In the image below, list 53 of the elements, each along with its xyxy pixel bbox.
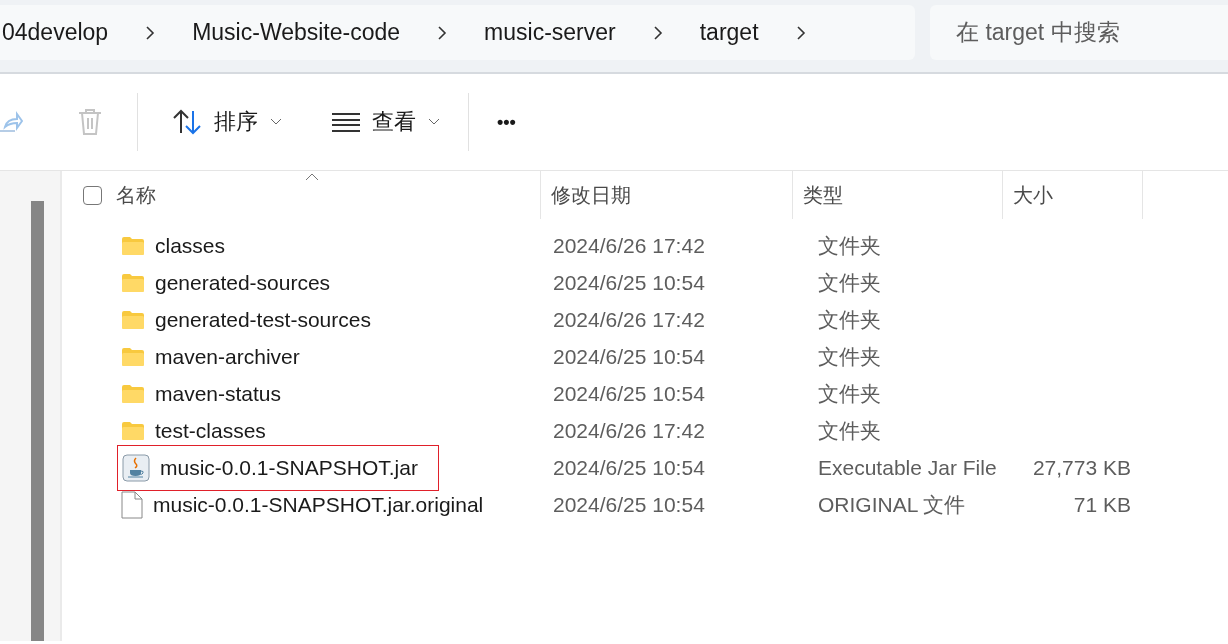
select-all-checkbox[interactable] xyxy=(83,185,102,205)
column-header[interactable]: 名称 xyxy=(116,181,156,209)
date-cell-text: 2024/6/26 17:42 xyxy=(552,418,706,443)
breadcrumb-item[interactable]: music-server xyxy=(484,19,616,46)
chevron-right-icon xyxy=(794,24,807,41)
chevron-down-icon xyxy=(428,118,440,126)
lines-icon xyxy=(332,112,360,132)
sort-arrows-icon xyxy=(172,109,202,135)
folder-icon xyxy=(121,346,145,367)
date-cell-text: 2024/6/25 10:54 xyxy=(552,381,706,406)
column-header[interactable]: 大小 xyxy=(1013,181,1053,209)
search-placeholder: 在 target 中搜索 xyxy=(956,18,1120,47)
sort-button[interactable]: 排序 xyxy=(172,101,282,143)
folder-icon xyxy=(121,272,145,293)
breadcrumb-item[interactable]: target xyxy=(699,19,759,46)
date-cell-text: 2024/6/26 17:42 xyxy=(552,307,706,332)
type-cell-text: 文件夹 xyxy=(817,269,882,296)
size-cell-text: 27,773 KB xyxy=(1031,455,1131,480)
breadcrumb-item[interactable]: 04develop xyxy=(2,19,109,46)
folder-icon xyxy=(121,309,145,330)
more-button[interactable]: ••• xyxy=(497,105,516,139)
folder-icon xyxy=(121,420,145,441)
highlighted-file-name[interactable]: music-0.0.1-SNAPSHOT.jar xyxy=(117,444,439,491)
type-cell-text: 文件夹 xyxy=(817,417,882,444)
chevron-right-icon xyxy=(436,24,449,41)
search-field[interactable]: 在 target 中搜索 xyxy=(930,5,1228,60)
folder-icon xyxy=(121,383,145,404)
view-button[interactable]: 查看 xyxy=(332,101,440,143)
scrollbar-thumb[interactable] xyxy=(30,201,44,641)
type-cell-text: 文件夹 xyxy=(817,343,882,370)
java-cup-icon xyxy=(122,453,150,482)
type-cell-text: 文件夹 xyxy=(817,306,882,333)
column-header[interactable]: 类型 xyxy=(803,181,843,209)
date-cell-text: 2024/6/26 17:42 xyxy=(552,233,706,258)
share-icon[interactable] xyxy=(0,109,23,135)
date-cell-text: 2024/6/25 10:54 xyxy=(552,270,706,295)
column-header[interactable]: 修改日期 xyxy=(551,181,631,209)
chevron-right-icon xyxy=(651,24,664,41)
type-cell-text: ORIGINAL 文件 xyxy=(817,491,967,518)
trash-icon[interactable] xyxy=(77,108,103,136)
type-cell-text: 文件夹 xyxy=(817,232,882,259)
folder-icon xyxy=(121,235,145,256)
sort-caret-icon xyxy=(305,173,319,181)
date-cell-text: 2024/6/25 10:54 xyxy=(552,344,706,369)
address-bar[interactable]: 04develop Music-Website-code music-server target xyxy=(0,5,915,60)
size-cell-text: 71 KB xyxy=(1072,492,1131,517)
type-cell-text: Executable Jar File xyxy=(817,455,998,480)
document-icon xyxy=(121,490,143,519)
type-cell-text: 文件夹 xyxy=(817,380,882,407)
date-cell-text: 2024/6/25 10:54 xyxy=(552,455,706,480)
chevron-right-icon xyxy=(144,24,157,41)
chevron-down-icon xyxy=(270,118,282,126)
breadcrumb-item[interactable]: Music-Website-code xyxy=(192,19,401,46)
